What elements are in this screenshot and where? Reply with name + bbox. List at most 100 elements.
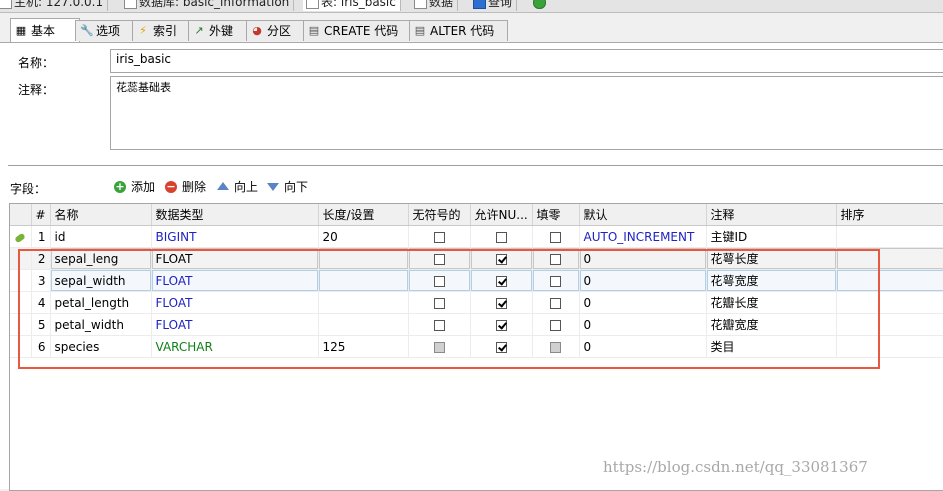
zerofill-cell[interactable] — [532, 335, 580, 358]
move-down-button[interactable]: 向下 — [267, 178, 308, 196]
field-length[interactable]: 20 — [318, 225, 409, 248]
table-row[interactable]: 6 species VARCHAR 125 0 类目 — [10, 335, 943, 358]
columns-grid[interactable]: # 名称 数据类型 长度/设置 无符号的 允许NU... 填零 默认 注释 排序… — [9, 203, 943, 491]
field-name[interactable]: petal_width — [50, 313, 152, 336]
zerofill-checkbox[interactable] — [550, 253, 561, 265]
field-comment[interactable]: 花萼宽度 — [706, 269, 837, 292]
header-name[interactable]: 名称 — [50, 204, 152, 226]
tab-alter-code[interactable]: ▤ ALTER 代码 — [409, 20, 508, 41]
move-up-button[interactable]: 向上 — [217, 178, 258, 196]
zerofill-cell[interactable] — [532, 225, 580, 248]
tab-table[interactable]: 表: iris_basic — [303, 0, 401, 11]
nullable-checkbox[interactable] — [495, 341, 507, 353]
unsigned-checkbox[interactable] — [433, 231, 445, 243]
field-comment[interactable]: 花萼长度 — [706, 247, 837, 270]
field-default[interactable]: 0 — [579, 291, 707, 314]
field-collation[interactable] — [836, 335, 943, 358]
tab-indexes[interactable]: ⚡ 索引 — [132, 20, 192, 41]
field-default[interactable]: 0 — [579, 335, 707, 358]
zerofill-cell[interactable] — [532, 313, 580, 336]
field-comment[interactable]: 花瓣宽度 — [706, 313, 837, 336]
unsigned-checkbox[interactable] — [433, 275, 445, 287]
unsigned-checkbox[interactable] — [433, 319, 445, 331]
nullable-cell[interactable] — [470, 313, 533, 336]
field-length[interactable]: 125 — [318, 335, 409, 358]
field-default[interactable]: 0 — [579, 313, 707, 336]
field-default[interactable]: 0 — [579, 247, 707, 270]
zerofill-checkbox[interactable] — [550, 319, 561, 331]
nullable-checkbox[interactable] — [495, 275, 507, 287]
nullable-cell[interactable] — [470, 225, 533, 248]
field-comment[interactable]: 主键ID — [706, 225, 837, 248]
add-field-button[interactable]: + 添加 — [114, 178, 155, 196]
header-type[interactable]: 数据类型 — [151, 204, 319, 226]
table-row[interactable]: 3 sepal_width FLOAT 0 花萼宽度 — [10, 269, 943, 292]
table-name-input[interactable]: iris_basic — [110, 49, 943, 73]
field-length[interactable] — [318, 313, 409, 336]
nullable-checkbox[interactable] — [495, 319, 507, 331]
header-default[interactable]: 默认 — [579, 204, 707, 226]
field-type[interactable]: FLOAT — [151, 247, 319, 270]
field-collation[interactable] — [836, 313, 943, 336]
tab-data[interactable]: 数据 — [411, 0, 459, 11]
tab-host[interactable]: 主机: 127.0.0.1 — [0, 0, 109, 11]
field-collation[interactable] — [836, 225, 943, 248]
new-tab-button[interactable] — [530, 0, 548, 11]
table-row[interactable]: 1 id BIGINT 20 AUTO_INCREMENT 主键ID — [10, 225, 943, 248]
unsigned-cell[interactable] — [408, 313, 471, 336]
field-collation[interactable] — [836, 269, 943, 292]
field-name[interactable]: species — [50, 335, 152, 358]
table-row[interactable]: 5 petal_width FLOAT 0 花瓣宽度 — [10, 313, 943, 336]
header-num[interactable]: # — [31, 204, 51, 226]
nullable-checkbox[interactable] — [495, 231, 507, 243]
zerofill-checkbox[interactable] — [550, 275, 561, 287]
zerofill-cell[interactable] — [532, 247, 580, 270]
nullable-cell[interactable] — [470, 291, 533, 314]
nullable-checkbox[interactable] — [495, 253, 507, 265]
field-type[interactable]: BIGINT — [151, 225, 319, 248]
zerofill-checkbox[interactable] — [550, 231, 561, 243]
field-type[interactable]: FLOAT — [151, 269, 319, 292]
unsigned-checkbox[interactable] — [433, 297, 445, 309]
field-comment[interactable]: 花瓣长度 — [706, 291, 837, 314]
table-row[interactable]: 2 sepal_leng FLOAT 0 花萼长度 — [10, 247, 943, 270]
field-type[interactable]: FLOAT — [151, 313, 319, 336]
header-comment[interactable]: 注释 — [706, 204, 837, 226]
field-name[interactable]: petal_length — [50, 291, 152, 314]
header-nullable[interactable]: 允许NU... — [470, 204, 533, 226]
field-collation[interactable] — [836, 247, 943, 270]
tab-options[interactable]: 🔧 选项 — [75, 20, 135, 41]
nullable-cell[interactable] — [470, 247, 533, 270]
tab-basic[interactable]: ▦ 基本 — [10, 18, 80, 43]
nullable-cell[interactable] — [470, 335, 533, 358]
table-comment-textarea[interactable]: 花蕊基础表 — [110, 76, 943, 150]
field-name[interactable]: sepal_leng — [50, 247, 152, 270]
tab-database[interactable]: 数据库: basic_information — [121, 0, 295, 11]
field-type[interactable]: FLOAT — [151, 291, 319, 314]
field-comment[interactable]: 类目 — [706, 335, 837, 358]
zerofill-cell[interactable] — [532, 291, 580, 314]
field-length[interactable] — [318, 269, 409, 292]
header-unsigned[interactable]: 无符号的 — [408, 204, 471, 226]
field-type[interactable]: VARCHAR — [151, 335, 319, 358]
tab-foreign-keys[interactable]: ↗ 外键 — [188, 20, 248, 41]
unsigned-cell[interactable] — [408, 291, 471, 314]
unsigned-cell[interactable] — [408, 269, 471, 292]
header-collation[interactable]: 排序 — [836, 204, 943, 226]
nullable-checkbox[interactable] — [495, 297, 507, 309]
nullable-cell[interactable] — [470, 269, 533, 292]
field-length[interactable] — [318, 291, 409, 314]
zerofill-cell[interactable] — [532, 269, 580, 292]
zerofill-checkbox[interactable] — [550, 297, 561, 309]
unsigned-checkbox[interactable] — [433, 253, 445, 265]
field-name[interactable]: sepal_width — [50, 269, 152, 292]
tab-create-code[interactable]: ▤ CREATE 代码 — [303, 20, 412, 41]
tab-partitions[interactable]: ◕ 分区 — [246, 20, 306, 41]
field-length[interactable] — [318, 247, 409, 270]
field-name[interactable]: id — [50, 225, 152, 248]
unsigned-cell[interactable] — [408, 247, 471, 270]
header-zerofill[interactable]: 填零 — [532, 204, 580, 226]
field-default[interactable]: 0 — [579, 269, 707, 292]
unsigned-cell[interactable] — [408, 225, 471, 248]
field-default[interactable]: AUTO_INCREMENT — [579, 225, 707, 248]
